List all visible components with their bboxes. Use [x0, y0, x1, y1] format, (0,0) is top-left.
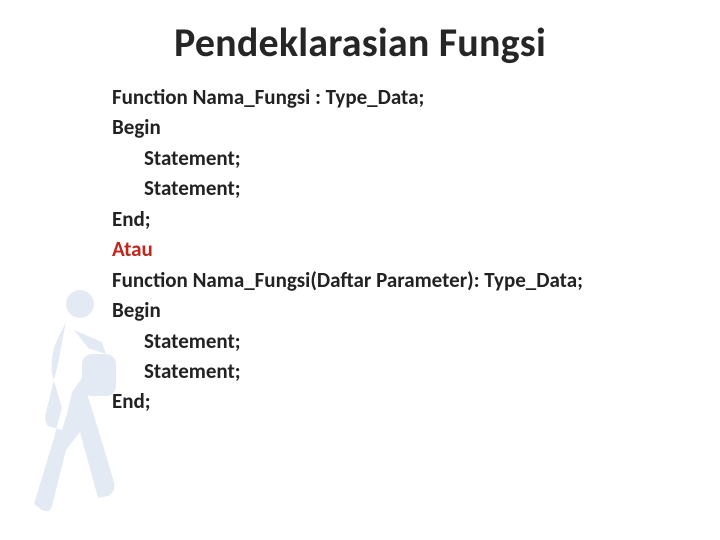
code-line: Function Nama_Fungsi(Daftar Parameter): … [112, 265, 700, 295]
slide-title: Pendeklarasian Fungsi [0, 18, 720, 67]
slide-body: Function Nama_Fungsi : Type_Data; Begin … [112, 82, 700, 417]
code-line: Begin [112, 295, 700, 325]
code-line: Statement; [112, 326, 700, 356]
code-line: End; [112, 386, 700, 416]
code-line: Function Nama_Fungsi : Type_Data; [112, 82, 700, 112]
code-line: Statement; [112, 173, 700, 203]
code-line: Statement; [112, 356, 700, 386]
code-line: Begin [112, 112, 700, 142]
code-line: Statement; [112, 143, 700, 173]
code-line-atau: Atau [112, 234, 700, 264]
code-line: End; [112, 204, 700, 234]
